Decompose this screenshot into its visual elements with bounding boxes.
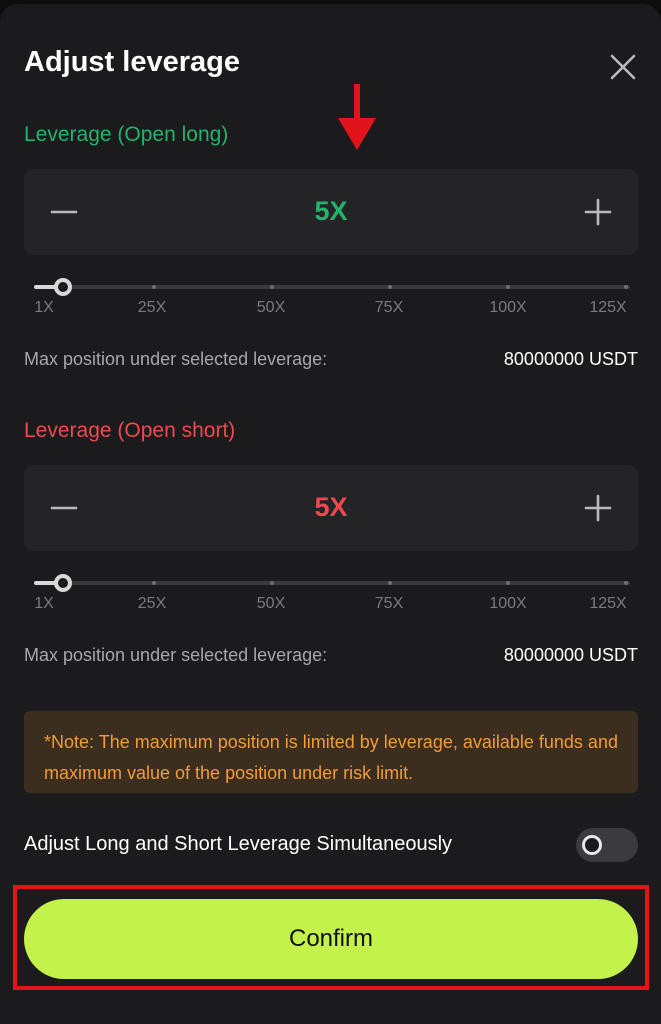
short-max-position-row: Max position under selected leverage: 80… (24, 645, 638, 669)
slider-tick (152, 581, 156, 585)
long-leverage-stepper: 5X (24, 169, 638, 255)
dialog-title: Adjust leverage (24, 46, 240, 78)
long-leverage-label: Leverage (Open long) (24, 123, 229, 146)
leverage-sheet: Adjust leverage Leverage (Open long) 5X … (0, 4, 661, 1024)
slider-tick (624, 285, 628, 289)
slider-tick-label[interactable]: 75X (375, 595, 403, 613)
slider-thumb[interactable] (53, 278, 72, 296)
long-plus-icon[interactable] (576, 190, 620, 234)
short-leverage-value: 5X (314, 492, 348, 522)
slider-track (34, 581, 630, 585)
close-icon[interactable] (606, 50, 640, 84)
simultaneous-label: Adjust Long and Short Leverage Simultane… (24, 833, 453, 855)
slider-tick-label[interactable]: 100X (489, 595, 526, 613)
risk-note: *Note: The maximum position is limited b… (24, 711, 638, 793)
slider-tick-label[interactable]: 1X (34, 595, 54, 613)
slider-tick (506, 285, 510, 289)
long-leverage-slider[interactable]: 1X 25X 50X 75X 100X 125X (24, 275, 638, 325)
short-leverage-label: Leverage (Open short) (24, 419, 236, 442)
long-leverage-value: 5X (314, 196, 348, 226)
slider-track (34, 285, 630, 289)
max-position-label: Max position under selected leverage: (24, 349, 328, 369)
max-position-value: 80000000 USDT (503, 645, 638, 665)
slider-tick (270, 581, 274, 585)
slider-tick-label[interactable]: 100X (489, 299, 526, 317)
short-leverage-slider[interactable]: 1X 25X 50X 75X 100X 125X (24, 571, 638, 621)
slider-tick (152, 285, 156, 289)
slider-tick-label[interactable]: 125X (589, 595, 626, 613)
slider-tick-label[interactable]: 50X (257, 299, 285, 317)
toggle-knob (582, 835, 602, 855)
slider-thumb[interactable] (53, 574, 72, 592)
short-plus-icon[interactable] (576, 486, 620, 530)
slider-tick-label[interactable]: 1X (34, 299, 54, 317)
max-position-value: 80000000 USDT (503, 349, 638, 369)
short-leverage-stepper: 5X (24, 465, 638, 551)
slider-tick-label[interactable]: 50X (257, 595, 285, 613)
arrow-down-icon (338, 84, 376, 150)
slider-tick (506, 581, 510, 585)
long-max-position-row: Max position under selected leverage: 80… (24, 349, 638, 373)
confirm-button[interactable]: Confirm (24, 899, 638, 979)
slider-tick-label[interactable]: 75X (375, 299, 403, 317)
slider-tick (388, 285, 392, 289)
slider-tick-label[interactable]: 25X (138, 595, 166, 613)
max-position-label: Max position under selected leverage: (24, 645, 328, 665)
slider-tick-label[interactable]: 125X (589, 299, 626, 317)
slider-tick (624, 581, 628, 585)
slider-tick (388, 581, 392, 585)
slider-tick (270, 285, 274, 289)
slider-tick-label[interactable]: 25X (138, 299, 166, 317)
simultaneous-toggle[interactable] (576, 828, 638, 862)
